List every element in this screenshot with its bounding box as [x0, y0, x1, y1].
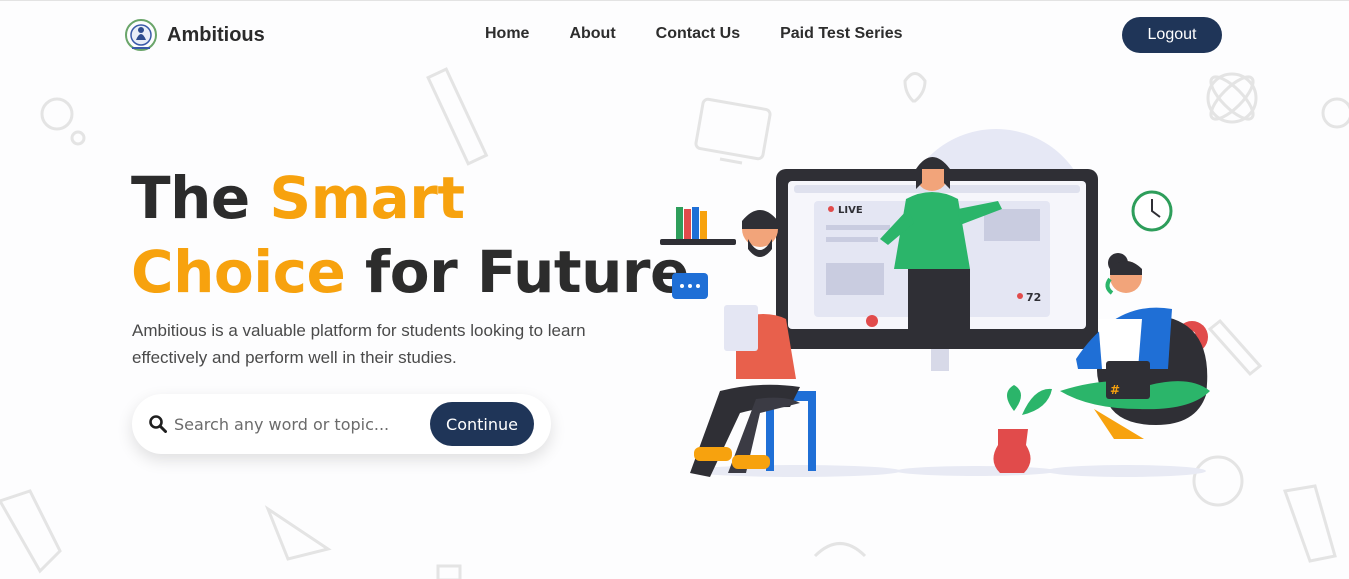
search-icon [149, 415, 167, 433]
nav-link-contact-us[interactable]: Contact Us [656, 25, 740, 43]
emblem-icon [125, 19, 157, 51]
hero-title: The Smart Choice for Future [131, 161, 689, 309]
nav-link-about[interactable]: About [569, 25, 615, 43]
search-bar: Continue [132, 394, 551, 454]
hero-description: Ambitious is a valuable platform for stu… [132, 321, 586, 367]
hero-title-part1: The [131, 164, 270, 232]
nav-link-home[interactable]: Home [485, 25, 529, 43]
hero-title-accent-choice: Choice [131, 238, 346, 306]
viewer-count: 72 [1026, 291, 1041, 304]
nav-menu: Home About Contact Us Paid Test Series [485, 25, 943, 43]
brand-name: Ambitious [167, 23, 265, 46]
hero-illustration: LIVE 72 ? # [660, 129, 1210, 477]
logout-button[interactable]: Logout [1122, 17, 1222, 53]
continue-button[interactable]: Continue [430, 402, 534, 446]
svg-text:#: # [1110, 383, 1120, 397]
nav-link-paid-test-series[interactable]: Paid Test Series [780, 25, 902, 43]
live-label: LIVE [838, 205, 863, 216]
brand[interactable]: Ambitious [124, 18, 265, 52]
hero-title-accent-smart: Smart [269, 164, 465, 232]
search-input[interactable] [174, 408, 419, 440]
navbar: Ambitious Home About Contact Us Paid Tes… [0, 1, 1349, 69]
